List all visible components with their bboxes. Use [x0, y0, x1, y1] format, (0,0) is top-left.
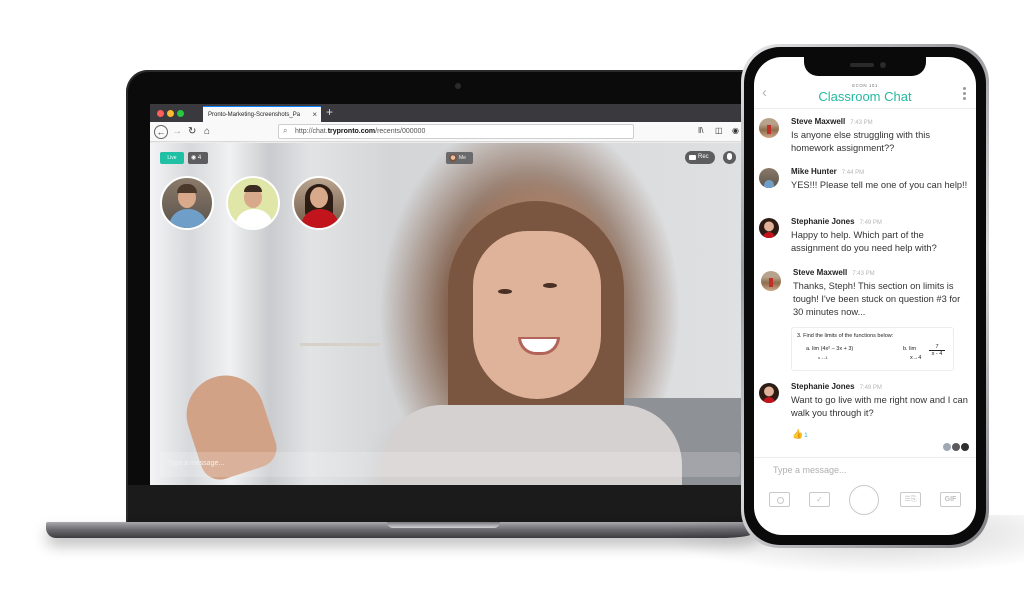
- gif-icon[interactable]: GIF: [940, 492, 961, 507]
- url-host: trypronto.com: [327, 128, 376, 135]
- speaker-grille: [850, 63, 874, 67]
- microphone-icon: [727, 153, 732, 160]
- fraction-denominator: x - 4: [931, 351, 943, 357]
- part-b-limit: x→4: [910, 355, 922, 361]
- part-b-expression: b. lim: [903, 346, 917, 352]
- back-button[interactable]: ←: [154, 125, 168, 139]
- tab-bar: Pronto-Marketing-Screenshots_Pa × +: [150, 104, 750, 122]
- message-time: 7:44 PM: [841, 170, 865, 176]
- maximize-window-button[interactable]: [177, 110, 184, 117]
- attach-document-icon[interactable]: ☰⎘: [900, 492, 921, 507]
- front-camera: [880, 62, 886, 68]
- thumbs-up-icon: 👍: [792, 429, 804, 439]
- video-call-feed: Live ◉ 4 Me Rec Type a message...: [150, 143, 750, 485]
- part-a-expression: a. lim (4x² – 3x + 3): [806, 346, 854, 352]
- speaker-eye-right: [543, 283, 557, 288]
- course-label: ECON 101: [852, 83, 878, 88]
- url-prefix: http://chat.: [295, 128, 328, 135]
- new-tab-button[interactable]: +: [326, 105, 333, 119]
- avatar[interactable]: [759, 383, 779, 403]
- thumbs-up-reaction[interactable]: 👍1: [792, 429, 808, 440]
- live-badge: Live: [160, 152, 184, 164]
- chat-header: ‹ ECON 101 Classroom Chat: [754, 79, 976, 109]
- homework-attachment[interactable]: 3. Find the limits of the functions belo…: [791, 327, 954, 371]
- browser-tab[interactable]: Pronto-Marketing-Screenshots_Pa ×: [203, 106, 321, 122]
- close-window-button[interactable]: [157, 110, 164, 117]
- eye-icon: ◉: [191, 155, 197, 161]
- message-text: Is anyone else struggling with this home…: [791, 130, 931, 153]
- viewer-count: 4: [197, 155, 202, 161]
- message-time: 7:49 PM: [859, 220, 882, 226]
- navigation-bar: ← → ↻ ⌂ ⌕ http://chat.trypronto.com/rece…: [150, 122, 750, 142]
- me-label: Me: [459, 155, 466, 161]
- home-button[interactable]: ⌂: [204, 125, 210, 139]
- search-icon: ⌕: [283, 126, 288, 135]
- phone-notch: [804, 57, 926, 76]
- sender-name: Steve Maxwell: [791, 117, 846, 126]
- message-text: Want to go live with me right now and I …: [791, 395, 968, 418]
- sender-name: Stephanie Jones: [791, 382, 855, 391]
- avatar[interactable]: [759, 118, 779, 138]
- read-receipt-avatar: [961, 443, 969, 451]
- record-video-button[interactable]: [849, 485, 879, 515]
- sender-name: Mike Hunter: [791, 167, 837, 176]
- more-options-icon[interactable]: [963, 87, 966, 102]
- chat-title: Classroom Chat: [818, 89, 912, 104]
- read-receipt-avatar: [943, 443, 951, 451]
- url-path: /recents/000000: [375, 128, 426, 135]
- message-text: YES!!! Please tell me one of you can hel…: [791, 180, 968, 190]
- avatar[interactable]: [761, 271, 781, 291]
- sender-name: Stephanie Jones: [791, 217, 855, 226]
- fraction-numerator: 7: [929, 344, 945, 351]
- microphone-button[interactable]: [723, 151, 736, 164]
- laptop-trackpad-notch: [387, 522, 500, 528]
- viewer-count-badge: ◉ 4: [188, 152, 208, 164]
- part-b-fraction: 7 x - 4: [929, 344, 945, 357]
- participant-avatar[interactable]: [292, 176, 346, 230]
- read-receipt-avatar: [952, 443, 960, 451]
- sender-name: Steve Maxwell: [793, 268, 848, 277]
- laptop-camera: [455, 83, 461, 89]
- url-bar[interactable]: ⌕ http://chat.trypronto.com/recents/0000…: [278, 124, 634, 139]
- message-text: Thanks, Steph! This section on limits is…: [793, 281, 961, 317]
- forward-button[interactable]: →: [172, 125, 182, 139]
- record-button[interactable]: Rec: [685, 151, 715, 164]
- me-avatar: [449, 154, 457, 162]
- phone-screen: ‹ ECON 101 Classroom Chat Steve Maxwell 7…: [754, 57, 976, 535]
- tab-title: Pronto-Marketing-Screenshots_Pa: [208, 112, 301, 118]
- checkbox-icon[interactable]: ✓: [809, 492, 830, 507]
- video-chat-message-input[interactable]: Type a message...: [160, 452, 740, 477]
- browser-window: Pronto-Marketing-Screenshots_Pa × + ← → …: [150, 104, 750, 485]
- avatar[interactable]: [759, 168, 779, 188]
- reload-button[interactable]: ↻: [188, 125, 196, 139]
- background-shelf: [300, 343, 380, 346]
- message-text: Happy to help. Which part of the assignm…: [791, 230, 937, 253]
- read-receipts: [942, 438, 969, 456]
- question-text: 3. Find the limits of the functions belo…: [797, 333, 894, 339]
- account-icon[interactable]: ◉: [732, 126, 739, 135]
- record-label: Rec: [698, 154, 709, 160]
- library-icon[interactable]: ǁ\: [698, 126, 704, 135]
- divider: [754, 457, 976, 458]
- speaker-face: [473, 231, 601, 399]
- close-tab-icon[interactable]: ×: [312, 110, 317, 119]
- video-camera-icon: [689, 155, 696, 160]
- participant-avatar[interactable]: [226, 176, 280, 230]
- message-time: 7:49 PM: [859, 385, 882, 391]
- sidebar-icon[interactable]: ◫: [715, 126, 723, 135]
- message-time: 7:43 PM: [852, 271, 875, 277]
- participant-avatar[interactable]: [160, 176, 214, 230]
- speaker-eye-left: [498, 289, 512, 294]
- part-a-limit: x→-1: [818, 355, 828, 360]
- self-view-toggle[interactable]: Me: [446, 152, 473, 164]
- minimize-window-button[interactable]: [167, 110, 174, 117]
- avatar[interactable]: [759, 218, 779, 238]
- message-time: 7:43 PM: [850, 120, 873, 126]
- camera-icon[interactable]: [769, 492, 790, 507]
- reaction-count: 1: [804, 433, 808, 439]
- phone-message-input[interactable]: Type a message...: [773, 465, 847, 475]
